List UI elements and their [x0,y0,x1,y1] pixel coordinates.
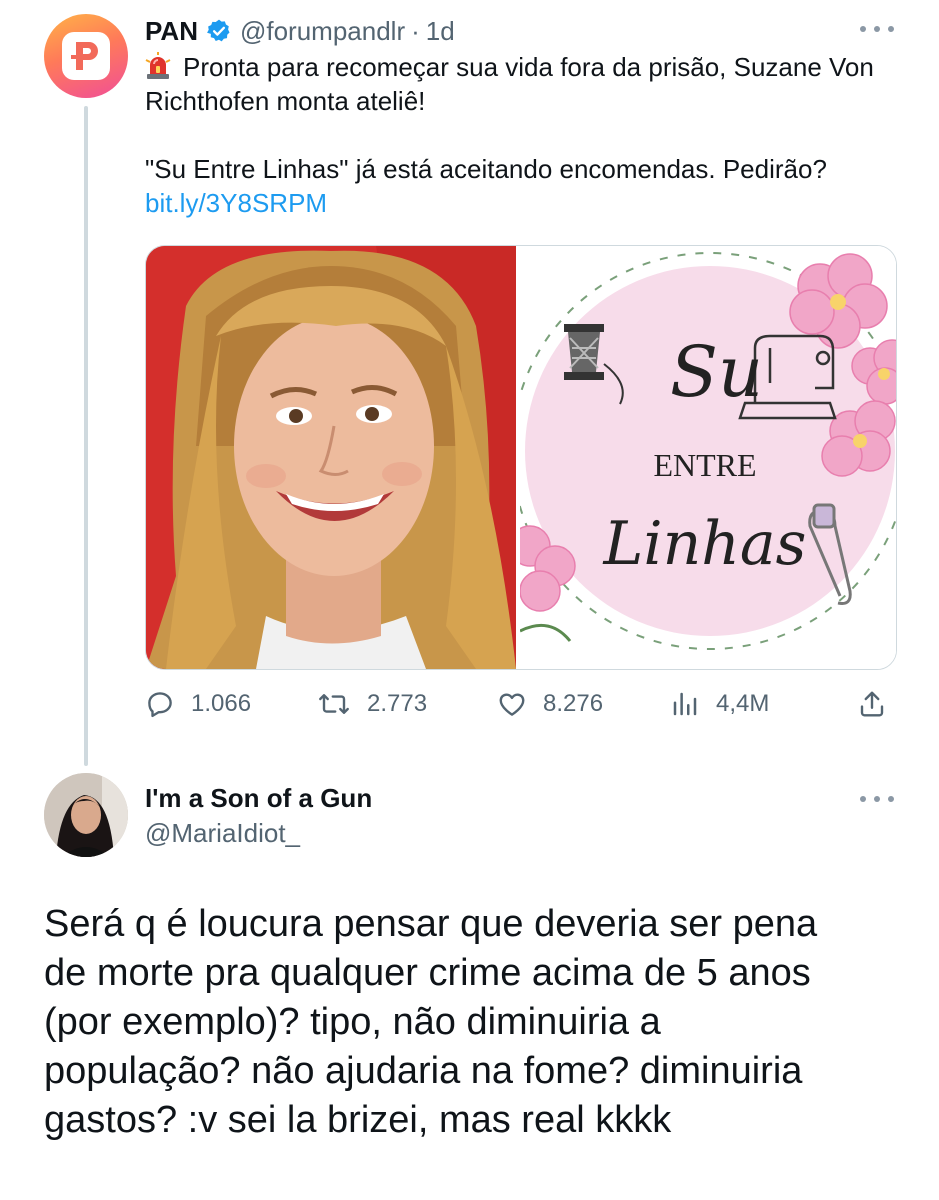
verified-badge-icon [206,18,232,44]
tweet-actions: 1.066 2.773 8.276 4,4M [145,682,895,726]
share-icon [860,691,884,717]
views-action[interactable]: 4,4M [670,682,769,726]
tweet-text-line2: "Su Entre Linhas" já está aceitando enco… [145,154,827,184]
tweet-header: PAN @forumpandlr · 1d [145,14,455,48]
logo-linhas-text: Linhas [603,509,807,579]
reply-icon [148,692,172,718]
pan-logo-icon [62,32,110,80]
reply-line: de morte pra qualquer crime acima de 5 a… [44,952,811,994]
reply-line: população? não ajudaria na fome? diminui… [44,1050,803,1092]
reply-line: Será q é loucura pensar que deveria ser … [44,903,818,945]
tweet-text-line1: Pronta para recomeçar sua vida fora da p… [145,50,905,118]
more-icon[interactable] [860,22,894,36]
logo-su-text: Su [670,331,763,413]
atelier-logo-image[interactable]: Su ENTRE Linhas [520,246,896,669]
tweet-text-line1-content: Pronta para recomeçar sua vida fora da p… [145,52,874,116]
reply-line: gastos? :v sei la brizei, mas real kkkk [44,1099,672,1141]
views-icon [673,692,697,716]
retweet-action[interactable]: 2.773 [317,682,427,726]
reply-more-icon[interactable] [860,792,894,806]
pan-avatar[interactable] [44,14,128,98]
reply-avatar[interactable] [44,773,128,857]
reply-count: 1.066 [191,690,252,717]
reply-line: (por exemplo)? tipo, não diminuiria a [44,1001,661,1043]
tweet-link[interactable]: bit.ly/3Y8SRPM [145,188,327,218]
author-name[interactable]: PAN [145,16,198,47]
thread-line [84,106,88,766]
tweet-text: Pronta para recomeçar sua vida fora da p… [145,50,905,220]
views-count: 4,4M [716,690,770,717]
tweet-time[interactable]: 1d [426,16,455,47]
logo-entre-text: ENTRE [653,447,756,483]
reply-author-handle[interactable]: @MariaIdiot_ [145,818,300,849]
siren-icon [145,52,171,80]
reply-text: Será q é loucura pensar que deveria ser … [44,900,914,1145]
like-count: 8.276 [543,690,604,717]
author-handle[interactable]: @forumpandlr [240,16,405,47]
retweet-count: 2.773 [367,690,428,717]
like-action[interactable]: 8.276 [497,682,603,726]
separator-dot: · [411,15,420,46]
reply-author-name[interactable]: I'm a Son of a Gun [145,783,372,814]
retweet-icon [319,694,349,714]
portrait-photo[interactable] [146,246,516,669]
like-icon [499,693,525,716]
share-action[interactable] [857,682,903,726]
reply-action[interactable]: 1.066 [145,682,251,726]
tweet-media[interactable]: Su ENTRE Linhas [145,245,897,670]
